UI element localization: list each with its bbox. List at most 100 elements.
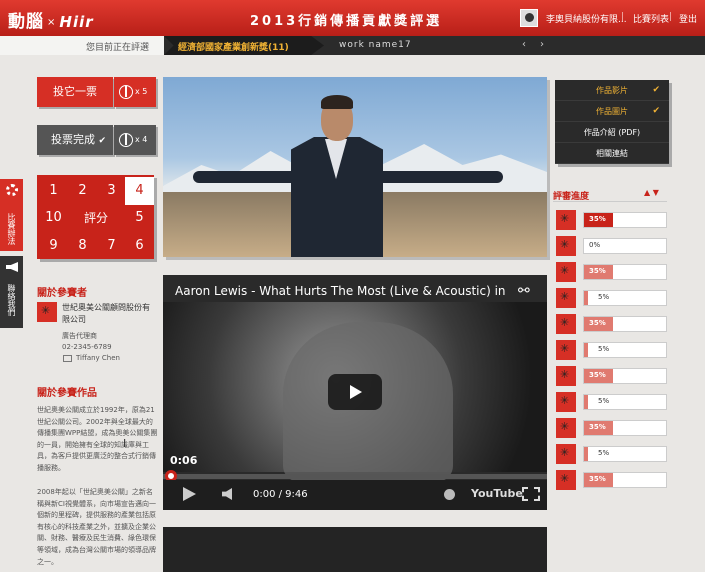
progress-row[interactable]: 35%: [556, 470, 667, 490]
score-3[interactable]: 3: [97, 177, 126, 205]
progress-row[interactable]: 35%: [556, 210, 667, 230]
score-9[interactable]: 9: [39, 232, 68, 260]
progress-bar: 35%: [583, 212, 667, 228]
progress-row[interactable]: 35%: [556, 314, 667, 334]
progress-bar: 5%: [583, 446, 667, 462]
score-5[interactable]: 5: [125, 204, 154, 232]
work-image[interactable]: [163, 77, 547, 257]
logo-brand: Hiir: [59, 13, 94, 31]
video-title[interactable]: Aaron Lewis - What Hurts The Most (Live …: [175, 284, 505, 298]
participant-role: 廣告代理商: [62, 332, 97, 340]
next-work-button[interactable]: ›: [540, 39, 544, 50]
participant-phone: 02-2345-6789: [62, 343, 112, 351]
progress-percent: 35%: [589, 423, 606, 431]
logo[interactable]: 動腦 × Hiir: [8, 7, 94, 32]
menu-work-images[interactable]: 作品圖片 ✔: [555, 101, 669, 122]
progress-percent: 35%: [589, 267, 606, 275]
score-6[interactable]: 6: [125, 232, 154, 260]
score-2[interactable]: 2: [68, 177, 97, 205]
progress-bar: 5%: [583, 290, 667, 306]
progress-percent: 5%: [598, 397, 610, 405]
score-label: 評分: [83, 211, 108, 225]
text-cursor-icon: I: [123, 437, 127, 450]
judge-logo: [556, 340, 576, 360]
progress-percent: 5%: [598, 345, 610, 353]
progress-row[interactable]: 0%: [556, 236, 667, 256]
vote-count: x 5: [135, 87, 148, 96]
page-title: 2013行銷傳播貢獻獎評選: [250, 14, 443, 29]
score-8[interactable]: 8: [68, 232, 97, 260]
progress-bar: 35%: [583, 264, 667, 280]
menu-work-pdf[interactable]: 作品介紹 (PDF): [555, 122, 669, 143]
progress-bar: 5%: [583, 342, 667, 358]
progress-percent: 5%: [598, 293, 610, 301]
score-1[interactable]: 1: [39, 177, 68, 205]
progress-fill: [584, 395, 589, 409]
progress-bar: 0%: [583, 238, 667, 254]
progress-row[interactable]: 35%: [556, 366, 667, 386]
progress-percent: 35%: [589, 319, 606, 327]
progress-fill: [584, 343, 589, 357]
participant-name: 世紀奧美公關顧問股份有限公司: [62, 303, 150, 324]
separator: |: [621, 12, 625, 22]
menu-related-links[interactable]: 相關連結: [555, 143, 669, 164]
settings-icon[interactable]: [444, 489, 455, 500]
work-info-title: 關於參賽作品: [37, 388, 97, 399]
participant-logo: [37, 302, 57, 322]
video-progress-bar[interactable]: [163, 474, 547, 479]
progress-bar: 35%: [583, 368, 667, 384]
judge-logo: [556, 314, 576, 334]
check-icon: ✔: [98, 136, 107, 146]
menu-work-video[interactable]: 作品影片 ✔: [555, 80, 669, 101]
judge-logo: [556, 262, 576, 282]
participant-contact[interactable]: Tiffany Chen: [76, 354, 120, 362]
progress-fill: [584, 291, 589, 305]
progress-percent: 35%: [589, 371, 606, 379]
video-time: 0:00 / 9:46: [253, 489, 308, 500]
vote-done-button[interactable]: 投票完成 ✔: [37, 125, 113, 155]
gear-icon: [6, 184, 18, 196]
judge-logo: [556, 418, 576, 438]
progress-percent: 35%: [589, 215, 606, 223]
vote-done-label: 投票完成: [51, 133, 95, 146]
progress-row[interactable]: 35%: [556, 262, 667, 282]
progress-row[interactable]: 5%: [556, 444, 667, 464]
company-name[interactable]: 李奧貝納股份有限...: [546, 12, 627, 25]
judge-logo: [556, 366, 576, 386]
progress-row[interactable]: 35%: [556, 418, 667, 438]
judge-logo: [556, 288, 576, 308]
fullscreen-icon[interactable]: [522, 487, 540, 501]
peace-icon: [119, 132, 133, 147]
judge-logo: [556, 210, 576, 230]
avatar[interactable]: [520, 9, 538, 27]
share-icon[interactable]: ⚯: [518, 283, 530, 299]
score-7[interactable]: 7: [97, 232, 126, 260]
progress-row[interactable]: 5%: [556, 392, 667, 412]
progress-bar: 5%: [583, 394, 667, 410]
youtube-logo[interactable]: YouTube: [471, 487, 523, 500]
prev-work-button[interactable]: ‹: [522, 39, 526, 50]
score-10[interactable]: 10: [39, 204, 68, 232]
progress-fill: [584, 447, 589, 461]
secondary-media: [163, 527, 547, 572]
logout-link[interactable]: 登出: [679, 12, 697, 25]
progress-row[interactable]: 5%: [556, 288, 667, 308]
play-icon[interactable]: [183, 487, 196, 501]
sort-arrows-icon[interactable]: ▲ ▼: [644, 188, 659, 197]
mail-icon: [63, 355, 72, 362]
vote-done-count: x 4: [135, 135, 148, 144]
divider: [553, 201, 667, 202]
judge-logo: [556, 444, 576, 464]
progress-row[interactable]: 5%: [556, 340, 667, 360]
competition-list-link[interactable]: 比賽列表: [633, 12, 669, 25]
participant-title: 關於參賽者: [37, 288, 87, 299]
vote-remaining: x 5: [114, 77, 156, 107]
breadcrumb-category[interactable]: 經濟部國家產業創新獎(11): [178, 40, 289, 53]
play-button[interactable]: [328, 374, 382, 410]
work-menu: 作品影片 ✔ 作品圖片 ✔ 作品介紹 (PDF) 相關連結: [555, 80, 669, 164]
score-4[interactable]: 4: [125, 177, 154, 205]
peace-icon: [119, 84, 133, 99]
breadcrumb-label: 您目前正在評選: [86, 43, 150, 53]
vote-button[interactable]: 投它一票: [37, 77, 113, 107]
check-icon: ✔: [652, 85, 660, 95]
